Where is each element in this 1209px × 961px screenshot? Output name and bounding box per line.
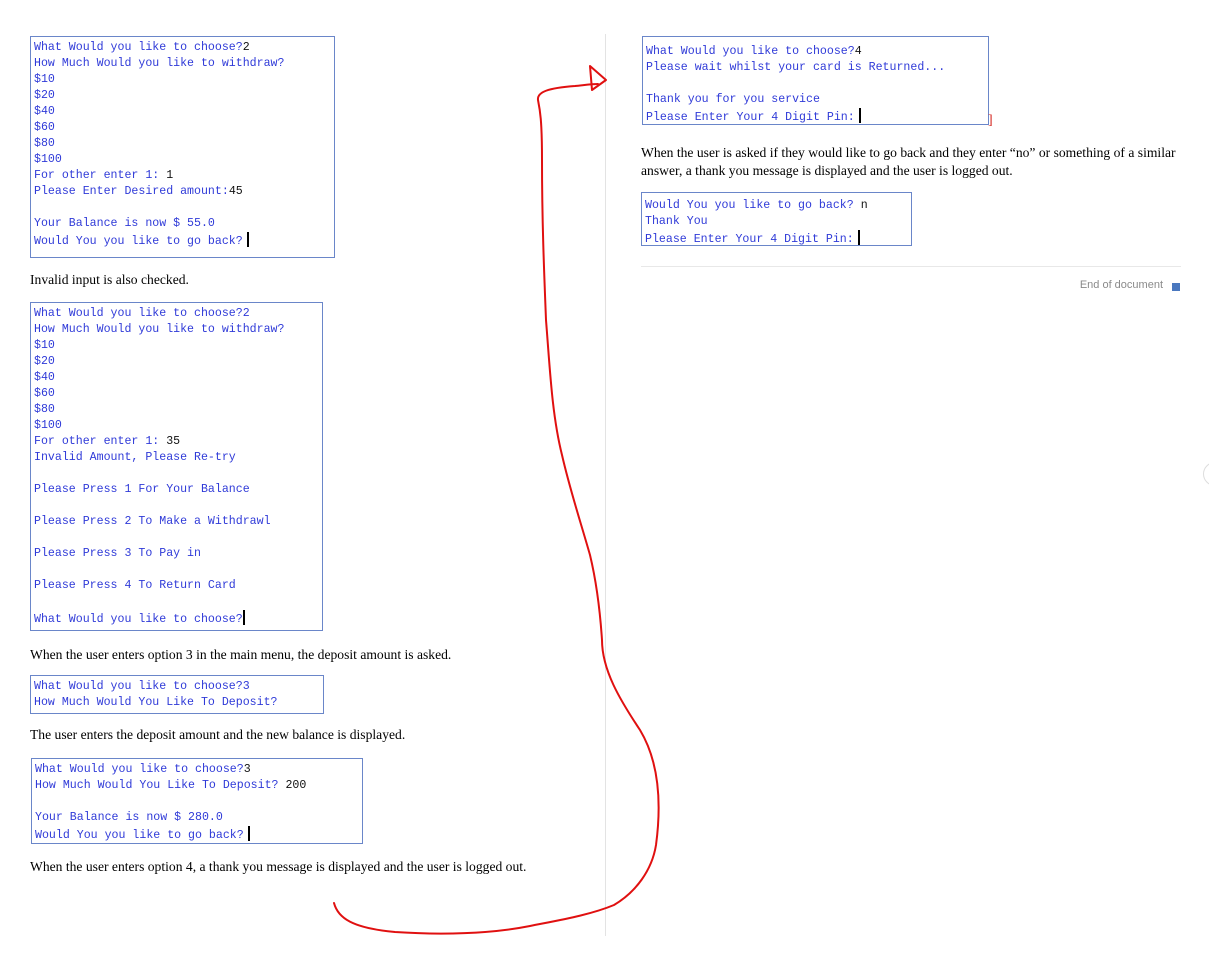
text-cursor xyxy=(857,230,860,245)
console-line: How Much Would you like to withdraw? xyxy=(34,323,285,336)
console-line: Please Enter Your 4 Digit Pin: xyxy=(646,108,988,124)
console-line: Please wait whilst your card is Returned… xyxy=(646,61,946,74)
console-line: $60 xyxy=(34,121,55,134)
console-line: What Would you like to choose?3 xyxy=(35,763,251,776)
console-line: How Much Would You Like To Deposit? 200 xyxy=(35,779,307,792)
console-line: $20 xyxy=(34,355,55,368)
option4-note: When the user enters option 4, a thank y… xyxy=(30,859,527,874)
deposit-ask-console: What Would you like to choose?3 How Much… xyxy=(30,675,324,714)
end-of-document-rule xyxy=(641,266,1181,267)
console-line: Would You you like to go back? n xyxy=(645,199,868,212)
annotation-curve xyxy=(333,83,660,935)
page-divider xyxy=(605,34,606,936)
text-cursor xyxy=(858,108,861,123)
console-line: $60 xyxy=(34,387,55,400)
deposit-result-console: What Would you like to choose?3 How Much… xyxy=(31,758,363,844)
console-line: What Would you like to choose?3 xyxy=(34,680,250,693)
console-line: $80 xyxy=(34,137,55,150)
text-cursor xyxy=(246,232,249,247)
return-card-console: What Would you like to choose?4 Please w… xyxy=(642,36,989,125)
console-line: What Would you like to choose?2 xyxy=(34,307,250,320)
console-line: Your Balance is now $ 280.0 xyxy=(35,811,223,824)
console-line: Please Press 3 To Pay in xyxy=(34,547,201,560)
stray-bracket-mark: ] xyxy=(988,113,993,128)
invalid-input-console: What Would you like to choose?2 How Much… xyxy=(30,302,323,631)
console-line: Would You you like to go back? xyxy=(35,826,362,842)
console-line: $100 xyxy=(34,419,62,432)
console-line: $40 xyxy=(34,371,55,384)
go-back-note: When the user is asked if they would lik… xyxy=(641,145,1176,178)
invalid-input-note: Invalid input is also checked. xyxy=(30,272,189,287)
console-line: Please Enter Your 4 Digit Pin: xyxy=(645,230,911,245)
console-line: What Would you like to choose? xyxy=(34,610,322,626)
console-line: What Would you like to choose?2 xyxy=(34,41,250,54)
console-line: $40 xyxy=(34,105,55,118)
scroll-edge-arc-icon xyxy=(1203,462,1209,486)
console-line: For other enter 1: 1 xyxy=(34,169,174,182)
annotation-arrowhead xyxy=(589,65,607,91)
text-cursor xyxy=(242,610,245,625)
console-line: What Would you like to choose?4 xyxy=(646,45,862,58)
console-line: Invalid Amount, Please Re-try xyxy=(34,451,236,464)
console-line: Your Balance is now $ 55.0 xyxy=(34,217,215,230)
console-line: Thank You xyxy=(645,215,708,228)
console-line: $10 xyxy=(34,73,55,86)
console-line: Please Press 4 To Return Card xyxy=(34,579,236,592)
end-of-document-square-icon xyxy=(1172,283,1180,291)
console-line: Would You you like to go back? xyxy=(34,232,334,248)
deposit-option-note: When the user enters option 3 in the mai… xyxy=(30,647,452,662)
console-line: $100 xyxy=(34,153,62,166)
console-line: How Much Would you like to withdraw? xyxy=(34,57,285,70)
console-line: Please Press 1 For Your Balance xyxy=(34,483,250,496)
console-line: $10 xyxy=(34,339,55,352)
console-line: Please Enter Desired amount:45 xyxy=(34,185,243,198)
logout-console: Would You you like to go back? n Thank Y… xyxy=(641,192,912,246)
console-line: $20 xyxy=(34,89,55,102)
console-line: Thank you for you service xyxy=(646,93,820,106)
console-line: How Much Would You Like To Deposit? xyxy=(34,696,278,709)
console-line: $80 xyxy=(34,403,55,416)
withdraw-console: What Would you like to choose?2 How Much… xyxy=(30,36,335,258)
console-line: For other enter 1: 35 xyxy=(34,435,181,448)
console-line: Please Press 2 To Make a Withdrawl xyxy=(34,515,271,528)
text-cursor xyxy=(247,826,250,841)
end-of-document-label: End of document xyxy=(1079,279,1163,291)
deposit-balance-note: The user enters the deposit amount and t… xyxy=(30,727,406,742)
